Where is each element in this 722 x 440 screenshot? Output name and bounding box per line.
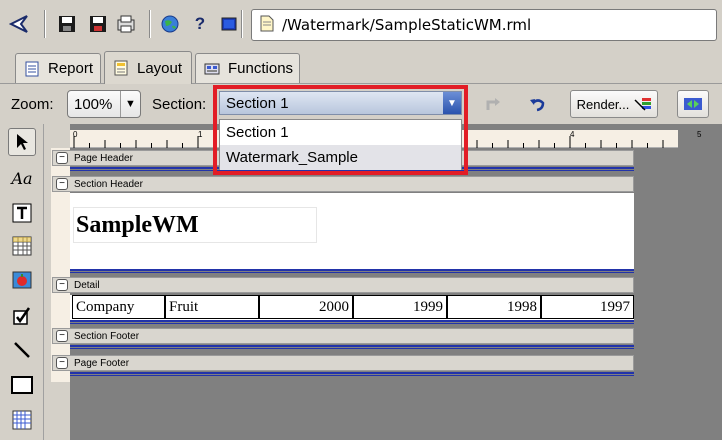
layout-controls-row: Zoom: 100% ▼ Section: Section 1 ▼ Render… (0, 85, 722, 123)
dropdown-option[interactable]: Watermark_Sample (220, 145, 461, 170)
print-preview-icon[interactable] (114, 12, 138, 36)
refresh-button[interactable] (677, 90, 709, 118)
section-dropdown-list: Section 1 Watermark_Sample (219, 119, 462, 170)
band-separator (70, 345, 634, 349)
layout-canvas[interactable]: 0 1 4 5 − Page Header − Section Header S… (44, 124, 722, 440)
section-label: Section: (152, 96, 207, 113)
grid-icon[interactable] (8, 406, 36, 434)
zoom-value: 100% (74, 95, 113, 113)
band-separator (70, 269, 634, 273)
rectangle-icon[interactable] (8, 371, 36, 399)
band-label: Page Footer (74, 357, 130, 369)
table-icon[interactable] (8, 232, 36, 260)
file-path-field[interactable]: /Watermark/SampleStaticWM.rml (251, 9, 717, 41)
band-separator (70, 320, 634, 324)
detail-cell-year[interactable]: 1998 (447, 295, 541, 319)
ruler-mark: 1 (198, 130, 203, 139)
text-field-icon[interactable] (8, 199, 36, 227)
ruler-mark: 5 (697, 130, 702, 139)
ruler-mark: 0 (73, 130, 78, 139)
collapse-icon[interactable]: − (56, 330, 68, 342)
detail-cell-year[interactable]: 1997 (541, 295, 634, 319)
detail-cell-year[interactable]: 1999 (353, 295, 447, 319)
render-button[interactable]: Render... (570, 90, 658, 118)
detail-cell-year[interactable]: 2000 (259, 295, 353, 319)
collapse-icon[interactable]: − (56, 357, 68, 369)
detail-cell-company[interactable]: Company (72, 295, 165, 319)
tab-report-label: Report (48, 60, 94, 77)
layout-icon (113, 60, 129, 76)
section-select[interactable]: Section 1 ▼ (219, 91, 462, 115)
undo-icon[interactable] (525, 90, 551, 118)
toolbar-separator (241, 10, 243, 38)
band-label: Section Footer (74, 330, 140, 342)
band-separator (70, 372, 634, 376)
render-label: Render... (576, 96, 630, 112)
help-icon[interactable]: ? (188, 12, 212, 36)
image-icon[interactable] (217, 12, 241, 36)
save-as-icon[interactable] (86, 12, 110, 36)
band-section-footer[interactable]: − Section Footer (52, 328, 634, 344)
band-label: Detail (74, 279, 100, 291)
toolbar-separator (149, 10, 151, 38)
collapse-icon[interactable]: − (56, 152, 68, 164)
redo-icon[interactable] (480, 90, 506, 118)
band-detail[interactable]: − Detail (52, 277, 634, 293)
image-element-icon[interactable] (8, 266, 36, 294)
file-path-text: /Watermark/SampleStaticWM.rml (282, 16, 532, 34)
section-value: Section 1 (226, 94, 289, 112)
band-section-header[interactable]: − Section Header (52, 176, 634, 192)
text-style-icon[interactable]: Aa (8, 164, 36, 192)
collapse-icon[interactable]: − (56, 178, 68, 190)
report-icon (24, 61, 40, 77)
chevron-down-icon[interactable]: ▼ (443, 92, 461, 114)
line-icon[interactable] (8, 336, 36, 364)
report-title[interactable]: SampleWM (73, 207, 317, 243)
tab-layout[interactable]: Layout (104, 51, 192, 84)
toolbar-separator (44, 10, 46, 38)
render-icon (634, 96, 652, 115)
chevron-down-icon[interactable]: ▼ (120, 91, 140, 117)
checkbox-icon[interactable] (8, 302, 36, 330)
save-icon[interactable] (55, 12, 79, 36)
tab-functions-label: Functions (228, 60, 294, 77)
tab-bar: Report Layout Functions (0, 50, 722, 84)
main-toolbar: ? /Watermark/SampleStaticWM.rml (0, 0, 722, 50)
file-icon (260, 15, 274, 35)
detail-cell-fruit[interactable]: Fruit (165, 295, 259, 319)
dropdown-option[interactable]: Section 1 (220, 120, 461, 145)
band-label: Section Header (74, 178, 143, 190)
band-label: Page Header (74, 152, 133, 164)
tab-report[interactable]: Report (15, 53, 101, 83)
tab-layout-label: Layout (137, 59, 183, 77)
tab-functions[interactable]: Functions (195, 53, 300, 83)
functions-icon (204, 61, 220, 77)
ruler-mark: 4 (570, 130, 575, 139)
back-arrow-icon[interactable] (8, 12, 32, 36)
select-arrow-icon[interactable] (8, 128, 36, 156)
zoom-select[interactable]: 100% ▼ (67, 90, 141, 118)
section-header-body: SampleWM (70, 193, 634, 269)
band-page-footer[interactable]: − Page Footer (52, 355, 634, 371)
tool-palette: Aa (0, 124, 44, 440)
detail-body: Company Fruit 2000 1999 1998 1997 (70, 295, 634, 320)
zoom-label: Zoom: (11, 96, 54, 113)
globe-icon[interactable] (158, 12, 182, 36)
collapse-icon[interactable]: − (56, 279, 68, 291)
